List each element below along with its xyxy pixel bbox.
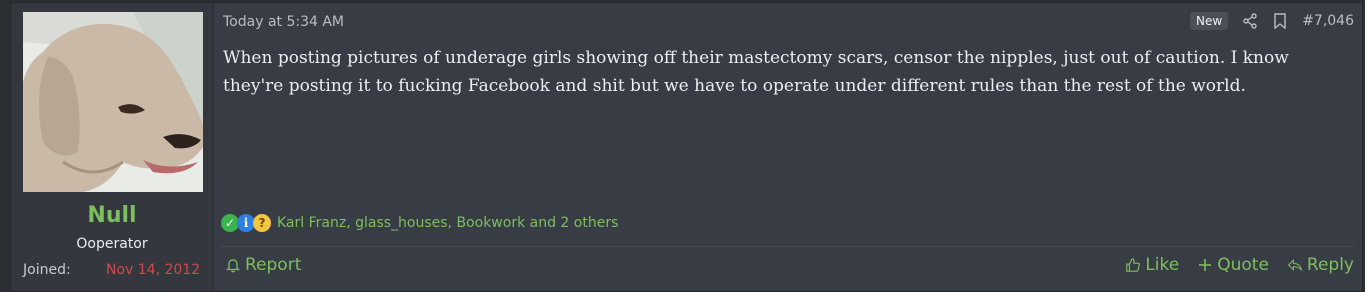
report-button[interactable]: Report <box>225 255 301 275</box>
thinking-reaction-icon: ? <box>253 214 271 232</box>
bell-icon <box>225 257 241 273</box>
report-label: Report <box>245 255 302 275</box>
joined-date: Nov 14, 2012 <box>106 262 201 278</box>
post-footer: Report Like Quote Reply <box>213 255 1362 281</box>
share-icon[interactable] <box>1242 13 1258 29</box>
reply-button[interactable]: Reply <box>1287 255 1354 275</box>
thumbs-up-icon <box>1125 257 1141 273</box>
bottom-actions: Like Quote Reply <box>1125 255 1354 275</box>
dog-avatar-icon <box>23 12 203 192</box>
post-main: Today at 5:34 AM New #7,046 When posting… <box>213 3 1362 291</box>
bookmark-icon[interactable] <box>1272 13 1288 29</box>
reply-label: Reply <box>1306 255 1354 275</box>
quote-label: Quote <box>1217 255 1269 275</box>
new-badge: New <box>1190 12 1229 30</box>
post-number[interactable]: #7,046 <box>1302 13 1354 29</box>
avatar[interactable] <box>23 12 203 192</box>
plus-icon <box>1197 257 1213 273</box>
footer-divider <box>221 246 1354 247</box>
quote-button[interactable]: Quote <box>1197 255 1269 275</box>
username[interactable]: Null <box>11 203 213 228</box>
reactions-bar[interactable]: ✓ i ? Karl Franz, glass_houses, Bookwork… <box>221 214 618 232</box>
reply-arrow-icon <box>1287 257 1303 273</box>
post-top-actions: New #7,046 <box>1190 12 1354 30</box>
like-button[interactable]: Like <box>1125 255 1179 275</box>
reaction-names[interactable]: Karl Franz, glass_houses, Bookwork and 2… <box>277 215 618 231</box>
post-body: When posting pictures of underage girls … <box>223 48 1289 96</box>
post-container: Null Ooperator Joined: Nov 14, 2012 Toda… <box>10 2 1363 292</box>
post-timestamp[interactable]: Today at 5:34 AM <box>223 14 344 30</box>
user-title: Ooperator <box>76 236 148 252</box>
joined-label: Joined: <box>23 262 71 278</box>
like-label: Like <box>1145 255 1180 275</box>
user-cell: Null Ooperator Joined: Nov 14, 2012 <box>11 3 214 291</box>
